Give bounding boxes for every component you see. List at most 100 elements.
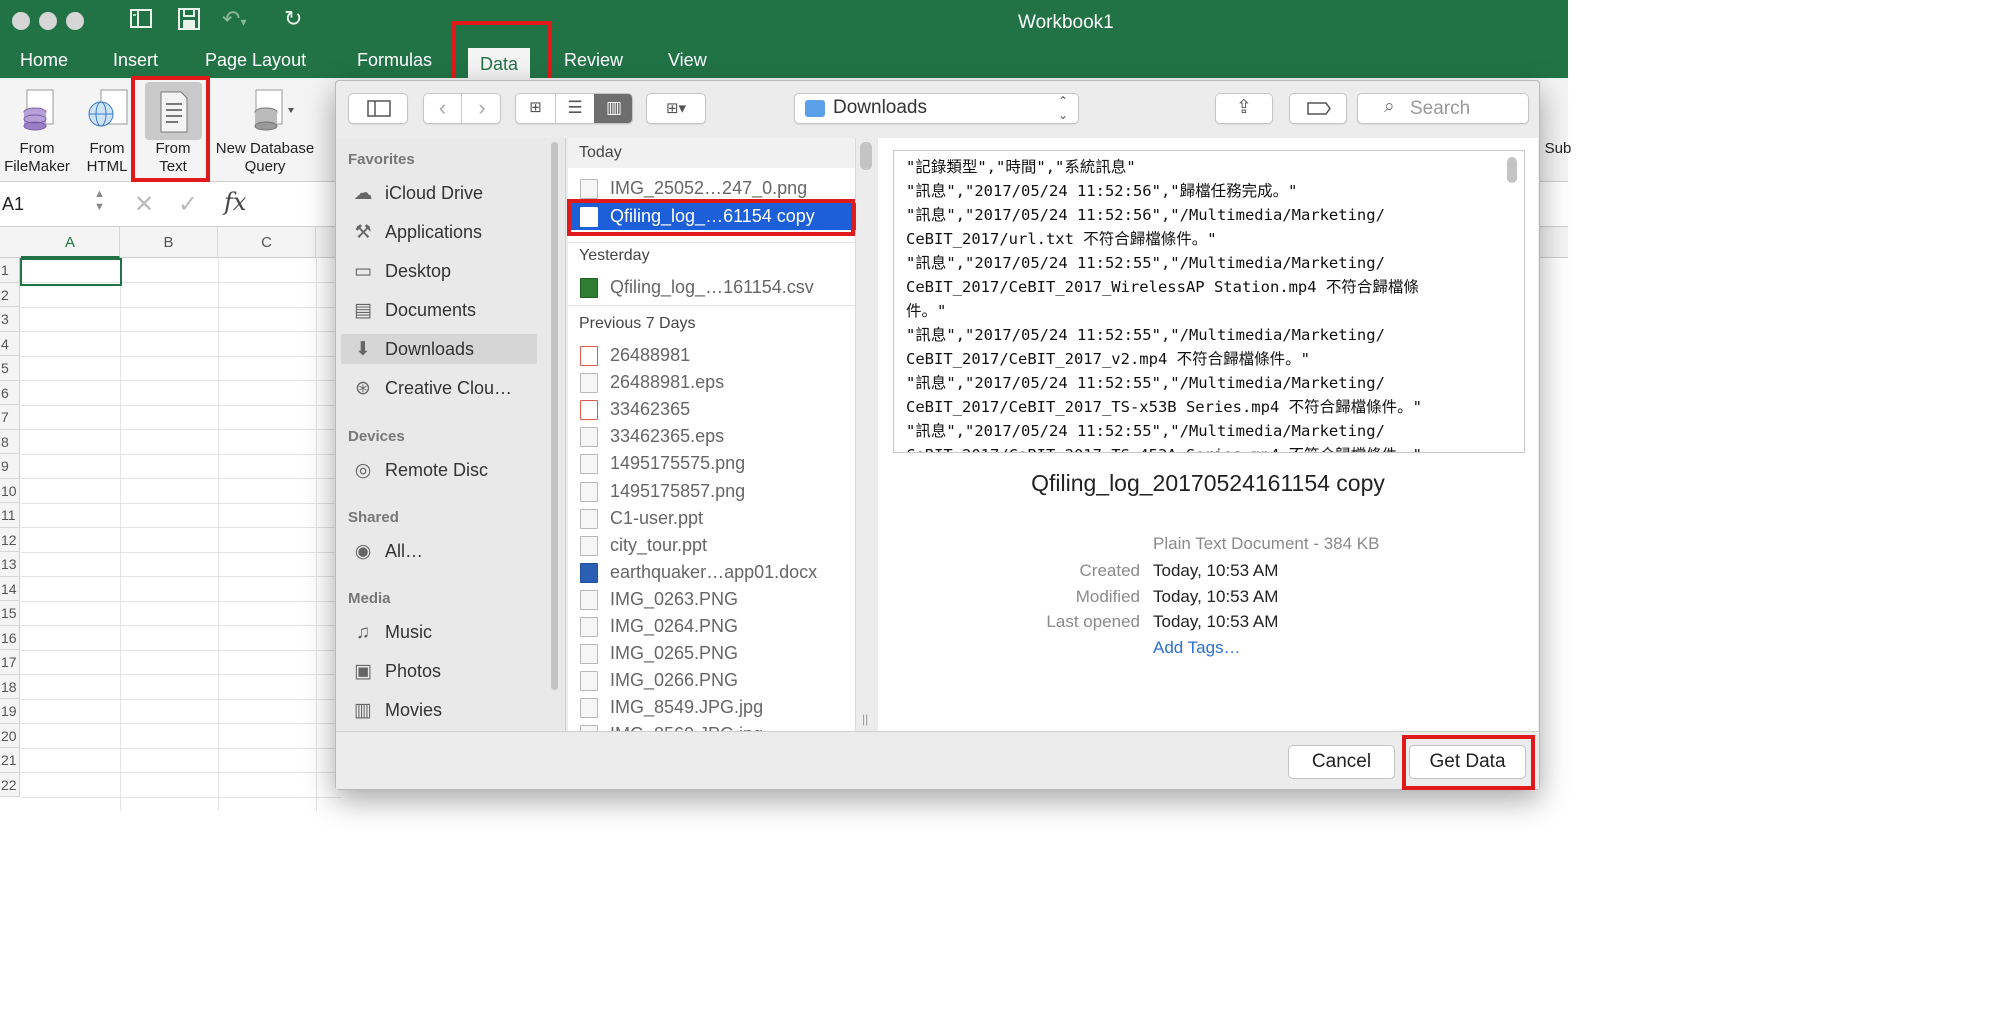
row-header[interactable]: 6 — [0, 380, 20, 405]
sidebar-item-desktop[interactable]: ▭ Desktop — [349, 256, 549, 286]
cancel-formula-icon[interactable]: ✕ — [134, 190, 154, 219]
tab-view[interactable]: View — [668, 48, 707, 76]
row-header[interactable]: 7 — [0, 405, 20, 430]
file-item[interactable]: C1-user.ppt — [568, 505, 856, 532]
sidebar-item-documents[interactable]: ▤ Documents — [349, 295, 549, 325]
file-item[interactable]: IMG_25052…247_0.png — [568, 175, 856, 202]
tab-page-layout[interactable]: Page Layout — [205, 48, 306, 76]
row-header[interactable]: 20 — [0, 723, 20, 748]
sidebar-item-icloud-drive[interactable]: ☁ iCloud Drive — [349, 178, 549, 208]
name-box-stepper-icon[interactable]: ▲ ▼ — [94, 188, 105, 214]
row-header[interactable]: 16 — [0, 625, 20, 650]
sidebar-item-music[interactable]: ♫ Music — [349, 617, 549, 647]
file-item[interactable]: IMG_0265.PNG — [568, 640, 856, 667]
get-data-button[interactable]: Get Data — [1409, 745, 1526, 779]
sidebar-item-photos[interactable]: ▣ Photos — [349, 656, 549, 686]
file-item[interactable]: IMG_0263.PNG — [568, 586, 856, 613]
file-item[interactable]: earthquaker…app01.docx — [568, 559, 856, 586]
row-header[interactable]: 17 — [0, 650, 20, 675]
from-html-button[interactable]: From HTML — [84, 80, 130, 176]
enter-formula-icon[interactable]: ✓ — [178, 190, 198, 219]
from-text-label-2: Text — [159, 158, 187, 175]
row-header[interactable]: 18 — [0, 674, 20, 699]
from-filemaker-button[interactable]: From FileMaker — [0, 80, 74, 176]
file-item[interactable]: IMG_8549.JPG.jpg — [568, 694, 856, 721]
row-header[interactable]: 15 — [0, 601, 20, 626]
cancel-button[interactable]: Cancel — [1288, 745, 1395, 779]
redo-icon[interactable]: ↻ — [284, 6, 302, 32]
forward-button[interactable]: › — [463, 94, 501, 123]
from-text-button[interactable]: From Text — [140, 80, 206, 176]
preview-scrollbar[interactable] — [1507, 157, 1517, 183]
column-header-a[interactable]: A — [21, 227, 120, 258]
file-item[interactable]: 26488981 — [568, 342, 856, 369]
function-icon[interactable]: fx — [224, 188, 246, 216]
back-button[interactable]: ‹ — [424, 94, 462, 123]
tab-data[interactable]: Data — [468, 48, 531, 80]
file-item[interactable]: city_tour.ppt — [568, 532, 856, 559]
active-cell-a1[interactable] — [20, 258, 122, 286]
sidebar-item-creative-cloud[interactable]: ⊛ Creative Clou… — [349, 373, 549, 403]
row-header[interactable]: 22 — [0, 772, 20, 797]
name-box[interactable]: A1 — [2, 194, 24, 215]
file-item[interactable]: Qfiling_log_…161154.csv — [568, 274, 856, 301]
file-list-scrollbar[interactable] — [860, 142, 872, 170]
row-header[interactable]: 3 — [0, 307, 20, 332]
row-header[interactable]: 1 — [0, 258, 20, 283]
icon-view-icon[interactable]: ⊞ — [516, 94, 555, 123]
sidebar-toggle-icon[interactable] — [128, 6, 154, 38]
column-resize-handle[interactable]: || — [862, 712, 868, 726]
tab-insert[interactable]: Insert — [113, 48, 158, 76]
close-window-button[interactable] — [12, 12, 30, 30]
search-field[interactable]: ⌕ Search — [1357, 93, 1529, 124]
row-header[interactable]: 8 — [0, 429, 20, 454]
file-item[interactable]: IMG_0264.PNG — [568, 613, 856, 640]
sidebar-item-applications[interactable]: ⚒ Applications — [349, 217, 549, 247]
sidebar-scrollbar[interactable] — [551, 142, 558, 690]
row-header[interactable]: 21 — [0, 748, 20, 773]
row-header[interactable]: 2 — [0, 282, 20, 307]
sidebar-toggle-button[interactable] — [348, 93, 408, 124]
row-header[interactable]: 14 — [0, 576, 20, 601]
row-header[interactable]: 19 — [0, 699, 20, 724]
file-item[interactable]: 1495175857.png — [568, 478, 856, 505]
column-header-b[interactable]: B — [120, 227, 218, 258]
row-header[interactable]: 4 — [0, 331, 20, 356]
row-header[interactable]: 5 — [0, 356, 20, 381]
sidebar-item-shared-all[interactable]: ◉ All… — [349, 536, 549, 566]
row-header[interactable]: 11 — [0, 503, 20, 528]
minimize-window-button[interactable] — [39, 12, 57, 30]
column-view-icon[interactable]: ▥ — [594, 94, 632, 123]
tags-button[interactable] — [1289, 93, 1347, 124]
add-tags-link[interactable]: Add Tags… — [1153, 635, 1241, 661]
grid-line — [21, 453, 341, 455]
row-header[interactable]: 10 — [0, 478, 20, 503]
row-header[interactable]: 12 — [0, 527, 20, 552]
file-item[interactable]: Qfiling_log_…61154 copy — [568, 203, 856, 230]
tab-formulas[interactable]: Formulas — [357, 48, 432, 76]
sidebar-item-downloads[interactable]: ⬇ Downloads — [341, 334, 537, 364]
share-icon[interactable]: ⇪ — [1215, 93, 1273, 124]
zoom-window-button[interactable] — [66, 12, 84, 30]
file-item[interactable]: 26488981.eps — [568, 369, 856, 396]
tab-home[interactable]: Home — [20, 48, 68, 76]
document-icon — [580, 508, 598, 529]
location-popup[interactable]: Downloads ⌃ ⌄ — [794, 93, 1079, 124]
sidebar-item-movies[interactable]: ▥ Movies — [349, 695, 549, 725]
list-view-icon[interactable]: ☰ — [555, 94, 594, 123]
new-database-query-button[interactable]: New Database Query — [210, 80, 320, 176]
file-item[interactable]: 33462365 — [568, 396, 856, 423]
column-header-c[interactable]: C — [218, 227, 316, 258]
save-icon[interactable] — [176, 6, 202, 38]
sidebar-section-title: Devices — [348, 428, 405, 445]
row-header[interactable]: 13 — [0, 552, 20, 577]
row-header[interactable]: 9 — [0, 454, 20, 479]
file-item[interactable]: 1495175575.png — [568, 450, 856, 477]
tab-review[interactable]: Review — [564, 48, 623, 76]
file-item[interactable]: IMG_0266.PNG — [568, 667, 856, 694]
sidebar-item-remote-disc[interactable]: ◎ Remote Disc — [349, 455, 549, 485]
file-item[interactable]: 33462365.eps — [568, 423, 856, 450]
undo-icon[interactable]: ↶▾ — [222, 6, 246, 32]
group-by-icon[interactable]: ⊞▾ — [646, 93, 706, 124]
subtotal-button-partial[interactable]: Sub — [1543, 140, 1573, 158]
